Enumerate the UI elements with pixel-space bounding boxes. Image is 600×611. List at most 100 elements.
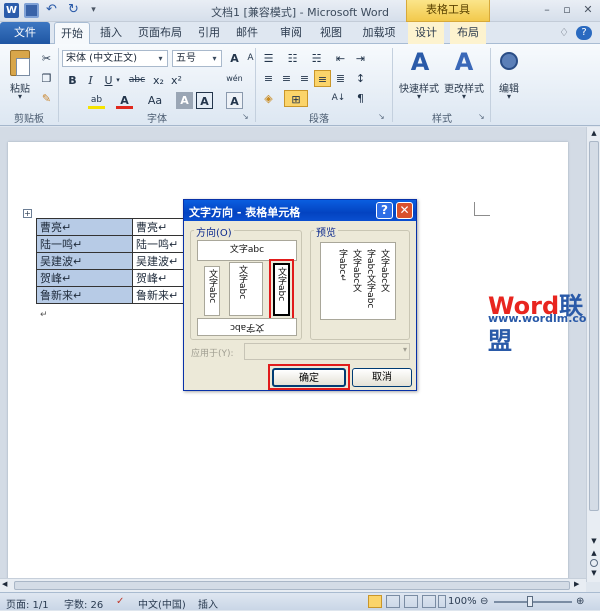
tab-review[interactable]: 审阅 xyxy=(276,22,306,44)
tab-page-layout[interactable]: 页面布局 xyxy=(134,22,186,44)
tab-references[interactable]: 引用 xyxy=(194,22,224,44)
tab-mailings[interactable]: 邮件 xyxy=(232,22,262,44)
increase-indent-icon[interactable]: ⇥ xyxy=(352,50,369,67)
scroll-left-icon[interactable]: ◀ xyxy=(2,580,7,588)
cut-icon[interactable]: ✂ xyxy=(38,50,55,67)
superscript-button[interactable]: x² xyxy=(168,72,185,89)
browse-object-icon[interactable] xyxy=(590,559,598,567)
paragraph-dialog-launcher-icon[interactable]: ↘ xyxy=(378,112,387,121)
align-right-icon[interactable]: ≡ xyxy=(296,70,313,87)
scroll-up-icon[interactable]: ▲ xyxy=(589,129,599,137)
tab-table-design[interactable]: 设计 xyxy=(408,22,444,44)
scroll-thumb[interactable] xyxy=(14,581,570,590)
apply-to-select[interactable]: ▾ xyxy=(244,343,410,360)
orientation-horizontal[interactable]: 文字abc xyxy=(197,240,297,261)
font-dialog-launcher-icon[interactable]: ↘ xyxy=(242,112,251,121)
table-cell[interactable]: 吴建波↵ xyxy=(36,252,133,270)
align-left-icon[interactable]: ≡ xyxy=(260,70,277,87)
next-page-icon[interactable]: ▼ xyxy=(589,569,599,577)
change-styles-button[interactable]: A 更改样式 ▾ xyxy=(442,48,486,106)
quick-styles-button[interactable]: A 快速样式 ▾ xyxy=(398,48,440,106)
highlight-button[interactable]: ab xyxy=(88,92,105,109)
ok-button[interactable]: 确定 xyxy=(272,368,346,387)
save-icon[interactable] xyxy=(24,3,39,18)
format-painter-icon[interactable]: ✎ xyxy=(38,90,55,107)
phonetic-guide-button[interactable]: wén xyxy=(226,70,243,87)
prev-page-icon[interactable]: ▲ xyxy=(589,549,599,557)
char-shading-icon[interactable]: A xyxy=(176,92,193,109)
styles-dialog-launcher-icon[interactable]: ↘ xyxy=(478,112,487,121)
decrease-indent-icon[interactable]: ⇤ xyxy=(332,50,349,67)
tab-file[interactable]: 文件 xyxy=(0,22,50,44)
tab-addins[interactable]: 加载项 xyxy=(358,22,400,44)
italic-button[interactable]: I xyxy=(82,72,99,89)
orientation-rotate-right[interactable]: 文字abc xyxy=(273,263,290,316)
paste-button[interactable]: 粘贴 ▾ xyxy=(6,48,34,102)
zoom-slider-track[interactable] xyxy=(494,601,572,603)
shading-icon[interactable]: ◈ xyxy=(260,90,277,107)
multilevel-list-icon[interactable]: ☵ xyxy=(308,50,325,67)
orientation-rotate-left[interactable]: 文字abc xyxy=(204,266,220,316)
tab-home[interactable]: 开始 xyxy=(54,22,90,45)
undo-icon[interactable]: ↶ xyxy=(44,3,59,18)
grow-font-button[interactable]: A xyxy=(226,50,243,67)
vertical-scrollbar[interactable]: ▲ ▼ ▲ ▼ xyxy=(586,127,600,582)
tab-view[interactable]: 视图 xyxy=(316,22,346,44)
view-draft-icon[interactable] xyxy=(438,595,446,608)
char-border-icon[interactable]: A xyxy=(196,92,213,109)
clear-format-button[interactable]: A xyxy=(226,92,243,109)
table-cell[interactable]: 贺峰↵ xyxy=(36,269,133,287)
status-page[interactable]: 页面: 1/1 xyxy=(6,596,49,611)
redo-icon[interactable]: ↻ xyxy=(66,3,81,18)
sort-icon[interactable]: A↓ xyxy=(330,90,347,107)
distributed-icon[interactable]: ≣ xyxy=(332,70,349,87)
help-icon[interactable]: ? xyxy=(576,26,592,40)
scroll-right-icon[interactable]: ▶ xyxy=(574,580,579,588)
table-move-handle-icon[interactable]: + xyxy=(23,209,32,218)
bold-button[interactable]: B xyxy=(64,72,81,89)
zoom-slider-thumb[interactable] xyxy=(527,596,533,607)
font-size-combo[interactable]: 五号 ▾ xyxy=(172,50,222,67)
numbering-icon[interactable]: ☷ xyxy=(284,50,301,67)
horizontal-scrollbar[interactable]: ◀ ▶ xyxy=(0,578,586,592)
restore-button[interactable]: ▫ xyxy=(558,3,576,18)
table-cell[interactable]: 陆一鸣↵ xyxy=(36,235,133,253)
dialog-help-button[interactable]: ? xyxy=(376,202,393,219)
status-word-count[interactable]: 字数: 26 xyxy=(64,596,103,611)
zoom-in-icon[interactable]: ⊕ xyxy=(576,596,584,607)
orientation-stacked[interactable]: 文字abc xyxy=(229,262,263,316)
view-print-layout-icon[interactable] xyxy=(368,595,382,608)
qat-customize-icon[interactable]: ▾ xyxy=(86,3,101,18)
ribbon-minimize-icon[interactable]: ♢ xyxy=(556,22,572,44)
word-app-icon[interactable]: W xyxy=(4,3,19,18)
bullets-icon[interactable]: ☰ xyxy=(260,50,277,67)
scroll-down-icon[interactable]: ▼ xyxy=(589,537,599,545)
zoom-out-icon[interactable]: ⊖ xyxy=(480,596,488,607)
show-marks-icon[interactable]: ¶ xyxy=(352,90,369,107)
shrink-font-button[interactable]: A xyxy=(242,50,259,67)
status-language[interactable]: 中文(中国) xyxy=(138,596,186,611)
align-center-icon[interactable]: ≡ xyxy=(278,70,295,87)
tab-insert[interactable]: 插入 xyxy=(96,22,126,44)
change-case-button[interactable]: Aa xyxy=(144,92,166,109)
underline-dropdown-icon[interactable]: ▾ xyxy=(114,72,122,89)
font-name-combo[interactable]: 宋体 (中文正文) ▾ xyxy=(62,50,168,67)
close-window-button[interactable]: ✕ xyxy=(579,3,597,18)
editing-button[interactable]: 编辑 ▾ xyxy=(494,48,524,106)
table-cell[interactable]: 鲁新来↵ xyxy=(36,286,133,304)
view-outline-icon[interactable] xyxy=(422,595,436,608)
proofing-icon[interactable]: ✓ xyxy=(116,596,124,607)
view-web-icon[interactable] xyxy=(404,595,418,608)
borders-icon[interactable]: ⊞ xyxy=(284,90,308,107)
dialog-close-button[interactable]: ✕ xyxy=(396,202,413,219)
zoom-level[interactable]: 100% xyxy=(448,596,477,607)
minimize-button[interactable]: – xyxy=(538,3,556,18)
scroll-thumb[interactable] xyxy=(589,141,599,511)
table-cell[interactable]: 曹亮↵ xyxy=(36,218,133,236)
status-insert-mode[interactable]: 插入 xyxy=(198,596,218,611)
copy-icon[interactable]: ❐ xyxy=(38,70,55,87)
font-color-button[interactable]: A xyxy=(116,92,133,109)
view-reading-icon[interactable] xyxy=(386,595,400,608)
tab-table-layout[interactable]: 布局 xyxy=(450,22,486,44)
justify-icon[interactable]: ≡ xyxy=(314,70,331,87)
